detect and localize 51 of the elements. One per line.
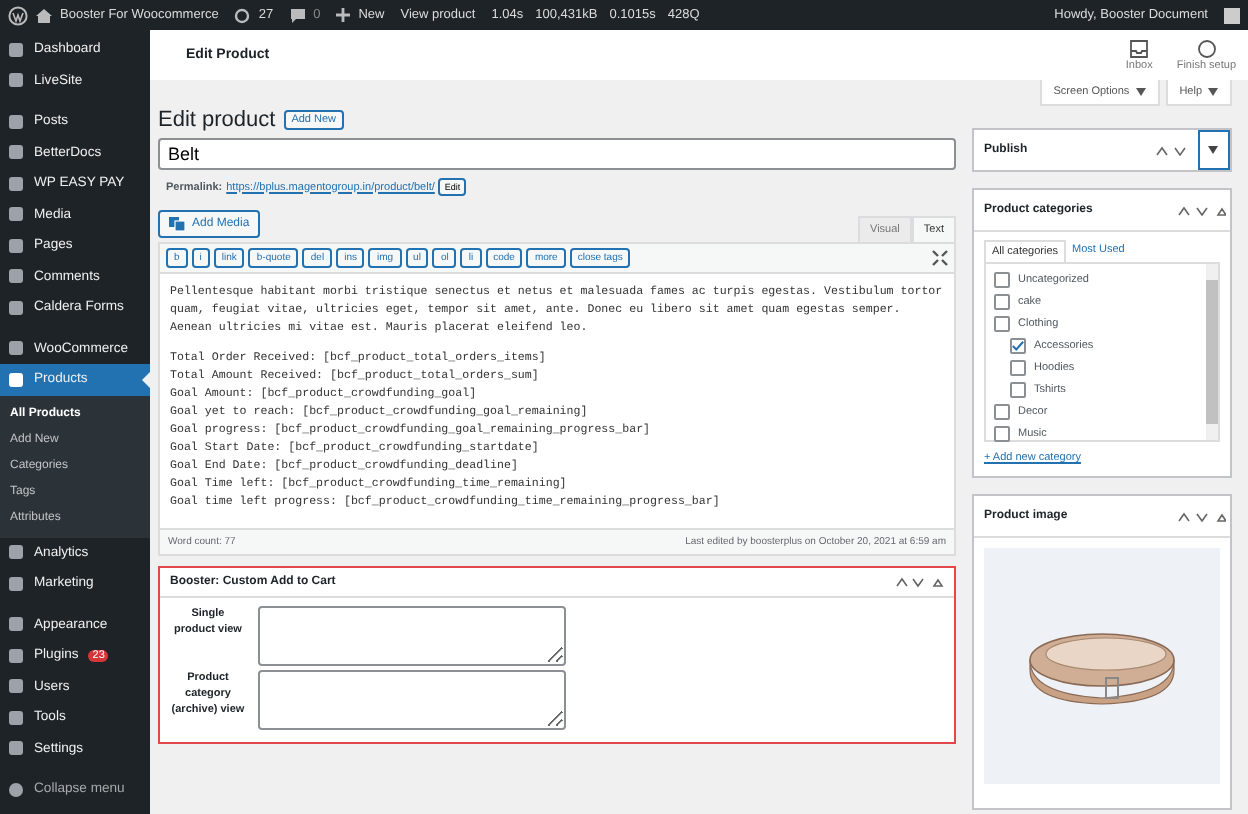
home-icon[interactable]	[36, 7, 52, 23]
caret-icon	[1135, 88, 1146, 96]
inbox-icon	[1130, 39, 1149, 57]
square-icon	[8, 340, 24, 357]
square-icon	[8, 740, 24, 757]
checkbox[interactable]	[994, 425, 1010, 441]
square-icon	[8, 41, 24, 58]
square-icon	[8, 72, 24, 89]
refresh-icon[interactable]	[234, 7, 251, 23]
panel-controls-icon[interactable]	[1178, 205, 1226, 215]
text-area[interactable]	[258, 670, 566, 730]
media-icon	[168, 216, 186, 232]
page-title: Edit product	[158, 108, 276, 132]
square-icon	[8, 144, 24, 161]
square-icon	[8, 371, 24, 388]
wordpress-logo-icon[interactable]	[8, 5, 28, 25]
caret-icon	[1207, 146, 1217, 154]
avatar-placeholder[interactable]	[1224, 7, 1240, 23]
square-icon	[8, 678, 24, 695]
title-field[interactable]: Belt	[158, 138, 956, 170]
caret-icon	[1208, 88, 1218, 96]
plus-icon[interactable]	[336, 8, 351, 22]
fullscreen-icon[interactable]	[932, 250, 948, 266]
move-arrows-icon[interactable]	[1156, 145, 1188, 155]
square-icon	[8, 206, 24, 223]
comment-icon[interactable]	[289, 7, 306, 23]
square-icon	[8, 299, 24, 316]
checkbox[interactable]	[994, 293, 1010, 309]
checkbox[interactable]	[1010, 337, 1026, 353]
square-icon	[8, 616, 24, 633]
square-icon	[8, 237, 24, 254]
checkbox[interactable]	[994, 403, 1010, 419]
scrollbar[interactable]	[1206, 264, 1218, 440]
square-icon	[8, 113, 24, 130]
checkbox[interactable]	[1010, 381, 1026, 397]
panel-controls-icon[interactable]	[1178, 511, 1226, 521]
square-icon	[8, 647, 24, 664]
panel-controls-icon[interactable]	[896, 576, 944, 588]
checkbox[interactable]	[994, 315, 1010, 331]
square-icon	[8, 575, 24, 592]
circle-icon	[1197, 39, 1216, 57]
product-image-frame[interactable]	[984, 548, 1220, 784]
square-icon	[8, 175, 24, 192]
checkbox[interactable]	[994, 271, 1010, 287]
square-icon	[8, 268, 24, 285]
text-area[interactable]	[258, 606, 566, 666]
square-icon	[8, 544, 24, 561]
square-icon	[8, 709, 24, 726]
checkbox[interactable]	[1010, 359, 1026, 375]
toggle-panel-button[interactable]	[1198, 130, 1230, 170]
circle-icon	[8, 781, 24, 798]
